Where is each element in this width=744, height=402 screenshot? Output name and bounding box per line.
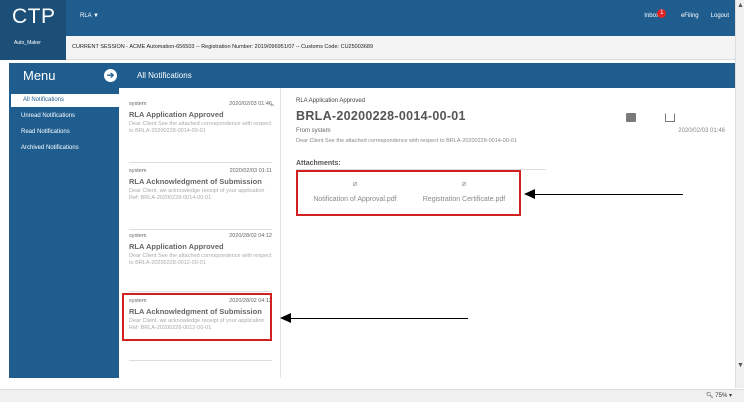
detail-from: From system — [296, 128, 331, 134]
scroll-up-icon[interactable]: ▲ — [737, 2, 744, 9]
card-sender: system — [129, 101, 147, 107]
sidebar: All Notifications Unread Notifications R… — [9, 88, 119, 378]
annotation-arrow-line — [533, 194, 683, 195]
notification-detail: RLA Application Approved BRLA-20200228-0… — [282, 88, 735, 378]
divider — [129, 360, 272, 361]
logo-box: CTP — [0, 0, 66, 36]
card-title: RLA Application Approved — [129, 110, 224, 119]
zoom-value: 75% — [715, 393, 728, 399]
menu-title: Menu — [23, 68, 56, 83]
annotation-arrow-head — [524, 189, 535, 199]
card-date: 2020/02/03 01:46 — [229, 101, 272, 107]
detail-subtitle: RLA Application Approved — [296, 98, 366, 104]
card-title: RLA Acknowledgment of Submission — [129, 177, 262, 186]
session-info: CURRENT SESSION - ACME Automation-656503… — [72, 44, 374, 50]
sidebar-item-unread-notifications[interactable]: Unread Notifications — [9, 110, 119, 123]
user-name: Auto_Maker — [0, 36, 66, 60]
inbox-link[interactable]: Inbox 1 — [644, 9, 669, 19]
window-scrollbar[interactable]: ▲ ▼ — [735, 0, 744, 388]
archive-icon[interactable] — [626, 113, 636, 122]
divider — [129, 291, 272, 292]
app-logo: CTP — [12, 5, 56, 28]
annotation-arrow-line — [290, 318, 468, 319]
efiling-link[interactable]: eFiling — [681, 13, 699, 19]
rla-dropdown[interactable]: RLA ▼ — [80, 13, 99, 19]
card-date: 2020/02/03 01:11 — [229, 168, 272, 174]
notification-card[interactable]: system 2020/02/03 01:46 RLA Application A… — [129, 101, 272, 135]
page-title: All Notifications — [137, 71, 192, 80]
attachments-label: Attachments: — [296, 160, 341, 167]
notification-card[interactable]: system 2020/28/02 04:12 RLA Application A… — [129, 233, 272, 267]
panel-header: Menu ➔ All Notifications — [9, 63, 735, 88]
card-body: Dear Client, we acknowledge receipt of y… — [129, 188, 265, 201]
detail-text: Dear Client See the attached corresponde… — [296, 138, 517, 144]
card-sender: system — [129, 168, 147, 174]
detail-title: BRLA-20200228-0014-00-01 — [296, 109, 466, 123]
top-bar: CTP RLA ▼ Inbox 1 eFiling Logout — [0, 0, 735, 36]
annotation-arrow-head — [280, 313, 291, 323]
envelope-open-icon[interactable] — [665, 113, 675, 122]
top-right-actions: Inbox 1 eFiling Logout — [644, 9, 729, 19]
logout-link[interactable]: Logout — [711, 13, 729, 19]
menu-toggle-icon[interactable]: ➔ — [104, 69, 117, 82]
divider — [129, 229, 272, 230]
session-bar: Auto_Maker CURRENT SESSION - ACME Automa… — [0, 36, 735, 60]
card-date: 2020/28/02 04:12 — [229, 233, 272, 239]
zoom-icon: 🔍︎ — [706, 393, 714, 399]
sidebar-item-read-notifications[interactable]: Read Notifications — [9, 126, 119, 139]
notification-highlight-box — [122, 293, 272, 341]
notification-card[interactable]: system 2020/02/03 01:11 RLA Acknowledgmen… — [129, 168, 272, 202]
sidebar-item-all-notifications[interactable]: All Notifications — [11, 94, 119, 107]
status-bar: 🔍︎ 75% ▾ — [0, 389, 744, 402]
detail-date: 2020/02/03 01:46 — [678, 128, 725, 134]
card-body: Dear Client See the attached corresponde… — [129, 121, 272, 134]
sidebar-item-archived-notifications[interactable]: Archived Notifications — [9, 142, 119, 155]
card-title: RLA Application Approved — [129, 242, 224, 251]
zoom-level[interactable]: 🔍︎ 75% ▾ — [706, 392, 732, 399]
divider — [129, 162, 272, 163]
card-body: Dear Client See the attached corresponde… — [129, 253, 272, 266]
scroll-down-icon[interactable]: ▼ — [737, 362, 744, 369]
attachments-highlight-box — [296, 170, 521, 216]
card-sender: system — [129, 233, 147, 239]
